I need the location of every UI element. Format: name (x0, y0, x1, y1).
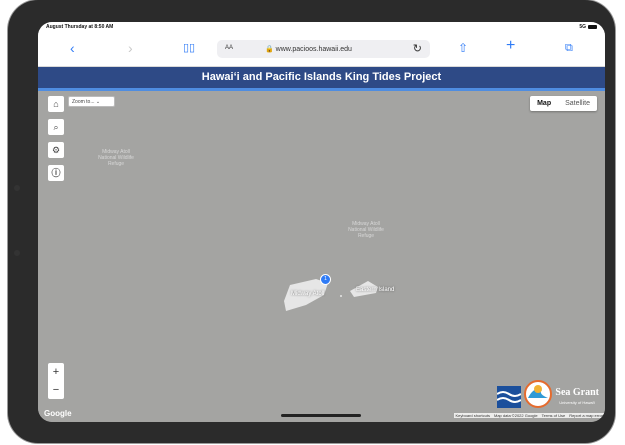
book-icon[interactable]: ▯▯ (183, 41, 195, 55)
share-icon[interactable]: ⇧ (458, 41, 468, 55)
text-size-button[interactable]: AA (225, 45, 233, 51)
refuge-label-top: Midway Atoll National Wildlife Refuge (98, 149, 134, 167)
ipad-frame: August Thursday at 8:50 AM 5G ‹ › ▯▯ AA … (8, 0, 615, 443)
url-field[interactable]: 🔒 www.pacioos.hawaii.edu (265, 45, 352, 53)
terms-link[interactable]: Terms of Use (540, 413, 568, 418)
status-right: 5G (579, 24, 597, 30)
reload-icon[interactable]: ↻ (413, 42, 422, 55)
camera-dot (14, 185, 20, 191)
refuge-label-center: Midway Atoll National Wildlife Refuge (348, 221, 384, 239)
eastern-island-label: Eastern Island (356, 287, 395, 293)
report-error-link[interactable]: Report a map error (567, 413, 605, 418)
address-bar[interactable]: AA 🔒 www.pacioos.hawaii.edu ↻ (217, 40, 430, 58)
signal-label: 5G (579, 24, 586, 30)
url-text: www.pacioos.hawaii.edu (275, 46, 352, 53)
info-icon[interactable]: ⓘ (48, 165, 64, 181)
home-indicator[interactable] (281, 414, 361, 417)
zoom-to-label: Zoom to... (72, 99, 95, 105)
map-type-map[interactable]: Map (530, 96, 558, 111)
search-icon[interactable]: ⌕ (48, 119, 64, 135)
zoom-in-button[interactable]: + (48, 363, 64, 381)
back-button[interactable]: ‹ (70, 41, 75, 55)
midway-atoll-label: Midway Atoll (291, 291, 325, 297)
google-logo: Google (44, 409, 72, 418)
safari-toolbar: ‹ › ▯▯ AA 🔒 www.pacioos.hawaii.edu ↻ ⇧ +… (38, 33, 605, 67)
zoom-to-select[interactable]: Zoom to... ⌄ (68, 96, 115, 107)
islet-dot (340, 295, 342, 297)
map-attribution: Keyboard shortcuts Map data ©2022 Google… (453, 413, 605, 418)
map-marker[interactable]: 1 (320, 274, 331, 285)
home-icon[interactable]: ⌂ (48, 96, 64, 112)
battery-icon (588, 25, 597, 29)
status-time: August Thursday at 8:50 AM (46, 24, 114, 30)
map-type-toggle: Map Satellite (530, 96, 597, 111)
sea-grant-logo: Sea Grant University of Hawai'i (555, 388, 599, 408)
map-type-satellite[interactable]: Satellite (558, 96, 597, 111)
pacioos-wave-icon (497, 386, 522, 408)
gear-icon[interactable]: ⚙ (48, 142, 64, 158)
status-bar: August Thursday at 8:50 AM 5G (38, 22, 605, 33)
map-data-text: Map data ©2022 Google (493, 413, 538, 418)
tabs-icon[interactable]: ⧉ (565, 41, 573, 55)
forward-button[interactable]: › (128, 41, 133, 55)
king-tides-logo (524, 380, 553, 408)
zoom-controls: + − (48, 363, 64, 399)
sea-grant-subtitle: University of Hawai'i (559, 400, 596, 405)
sea-grant-title: Sea Grant (555, 387, 599, 398)
page-banner: Hawaiʻi and Pacific Islands King Tides P… (38, 67, 605, 91)
map-view[interactable]: ⌂ Zoom to... ⌄ ⌕ ⚙ ⓘ Map Satellite Midwa… (38, 91, 605, 422)
plus-icon[interactable]: + (506, 38, 515, 54)
zoom-out-button[interactable]: − (48, 381, 64, 399)
partner-logos: Sea Grant University of Hawai'i (497, 380, 599, 408)
screen: August Thursday at 8:50 AM 5G ‹ › ▯▯ AA … (38, 22, 605, 422)
keyboard-shortcuts-link[interactable]: Keyboard shortcuts (454, 413, 492, 418)
sensor-dot (14, 250, 20, 256)
